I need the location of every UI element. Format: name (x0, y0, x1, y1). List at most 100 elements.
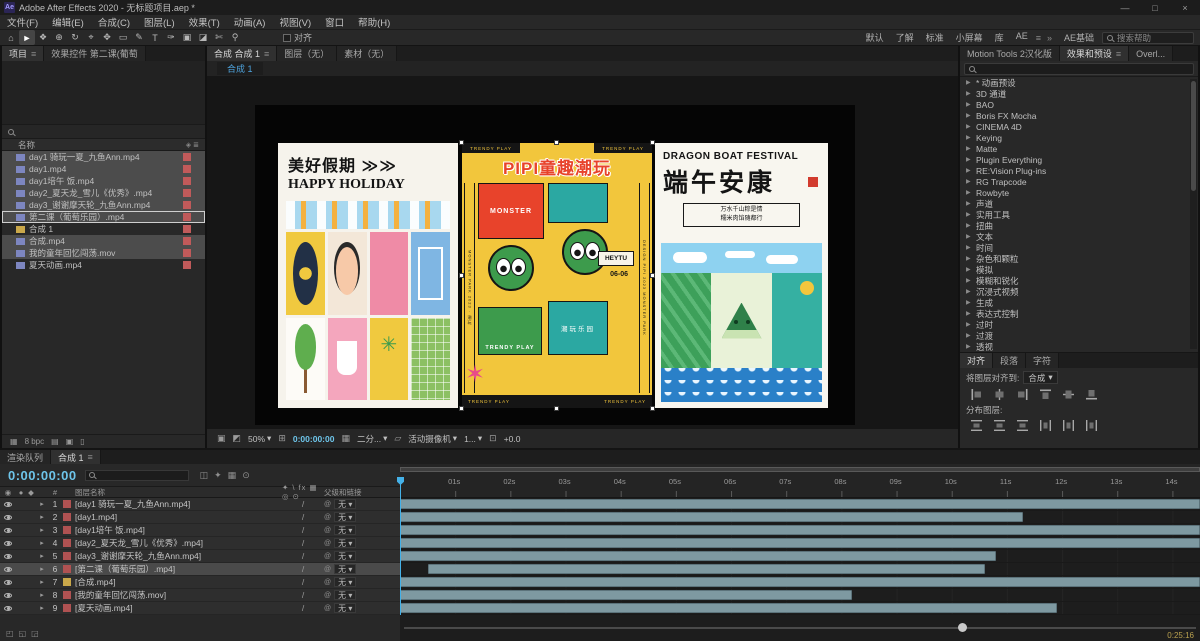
expand-arrow-icon[interactable]: ▸ (36, 576, 48, 588)
timeline-track[interactable] (400, 498, 1200, 511)
label-color-chip[interactable] (183, 177, 191, 185)
chevron-right-icon[interactable]: ▶ (966, 200, 976, 207)
layer-name[interactable]: [夏天动画.mp4] (72, 602, 282, 614)
effect-category[interactable]: ▶ 文本 (960, 231, 1198, 242)
clone-stamp-tool[interactable]: ▣ (179, 30, 195, 45)
workspace-tab[interactable]: 标准 (920, 31, 950, 44)
layer-color-chip[interactable] (63, 604, 71, 612)
puppet-pin-tool[interactable]: ⚲ (227, 30, 243, 45)
pickwhip-icon[interactable]: @ (324, 592, 331, 599)
chevron-overflow-icon[interactable]: » (1043, 33, 1056, 43)
label-color-chip[interactable] (183, 165, 191, 173)
interpret-footage-icon[interactable]: ▦ (10, 437, 18, 446)
label-color-chip[interactable] (183, 201, 191, 209)
scroll-knob[interactable] (958, 623, 968, 632)
timeline-layer-row[interactable]: ▸ 1 [day1 骑玩一夏_九鱼Ann.mp4] / @ 无 ▾ (0, 498, 400, 511)
pickwhip-icon[interactable]: @ (324, 605, 331, 612)
effect-category[interactable]: ▶ Boris FX Mocha (960, 110, 1198, 121)
align-tab[interactable]: 字符 (1026, 353, 1060, 368)
bit-depth-button[interactable]: 8 bpc (25, 437, 45, 446)
resolution-dropdown[interactable]: 二分... ▾ (357, 433, 387, 445)
rotation-tool[interactable]: ↻ (67, 30, 83, 45)
selection-handle[interactable] (650, 406, 655, 411)
menu-item[interactable]: 视图(V) (272, 15, 318, 29)
parent-dropdown[interactable]: 无 ▾ (334, 499, 357, 509)
viewer-tab[interactable]: 图层（无） (277, 46, 338, 61)
parent-link[interactable]: @ 无 ▾ (324, 524, 400, 536)
align-bottom-icon[interactable] (1085, 388, 1098, 401)
timeline-layer-row[interactable]: ▸ 5 [day3_谢谢摩天轮_九鱼Ann.mp4] / @ 无 ▾ (0, 550, 400, 563)
project-item[interactable]: day1培午 饭.mp4 (2, 175, 205, 187)
type-tool[interactable]: T (147, 30, 163, 45)
layer-duration-bar[interactable] (427, 564, 985, 574)
layer-quality-switch[interactable]: / (282, 589, 324, 601)
distribute-right-icon[interactable] (1085, 419, 1098, 432)
effect-category[interactable]: ▶ 沉浸式视频 (960, 286, 1198, 297)
parent-dropdown[interactable]: 无 ▾ (334, 538, 357, 548)
project-tab[interactable]: 效果控件 第二课(葡萄 (44, 46, 146, 61)
effect-category[interactable]: ▶ CINEMA 4D (960, 121, 1198, 132)
eye-icon[interactable] (0, 511, 16, 523)
chevron-right-icon[interactable]: ▶ (966, 145, 976, 152)
layer-quality-switch[interactable]: / (282, 524, 324, 536)
effect-category[interactable]: ▶ 表达式控制 (960, 308, 1198, 319)
minimize-button[interactable]: — (1110, 0, 1140, 15)
new-composition-icon[interactable]: ▣ (66, 437, 74, 446)
project-list-header[interactable]: 名称 ◈ ≣ (2, 139, 205, 151)
pickwhip-icon[interactable]: @ (324, 527, 331, 534)
layer-name[interactable]: [day1.mp4] (72, 511, 282, 523)
layer-duration-bar[interactable] (400, 525, 1200, 535)
viewer-tab[interactable]: 合成 合成 1 ≡ (207, 46, 278, 61)
project-item[interactable]: 夏天动画.mp4 (2, 259, 205, 271)
zoom-tool[interactable]: ⊕ (51, 30, 67, 45)
layer-quality-switch[interactable]: / (282, 537, 324, 549)
lock-toggle[interactable] (26, 563, 36, 575)
align-tab[interactable]: 对齐 (960, 353, 994, 368)
pen-tool[interactable]: ✎ (131, 30, 147, 45)
effect-category[interactable]: ▶ * 动画预设 (960, 77, 1198, 88)
audio-toggle[interactable] (16, 498, 26, 510)
viewer-area[interactable]: 美好假期 ≫≫ HAPPY HOLIDAY ✳ TRENDY PLAY TREN… (207, 76, 958, 428)
expand-arrow-icon[interactable]: ▸ (36, 563, 48, 575)
label-color-chip[interactable] (183, 153, 191, 161)
parent-link[interactable]: @ 无 ▾ (324, 576, 400, 588)
effects-scrollbar[interactable] (1190, 79, 1197, 349)
chevron-right-icon[interactable]: ▶ (966, 266, 976, 273)
chevron-right-icon[interactable]: ▶ (966, 244, 976, 251)
selection-handle[interactable] (650, 272, 655, 278)
menu-item[interactable]: 图层(L) (137, 15, 182, 29)
shape-tool[interactable]: ▭ (115, 30, 131, 45)
selection-tool[interactable]: ► (19, 30, 35, 45)
work-area-bar[interactable] (400, 467, 1200, 472)
lock-toggle[interactable] (26, 589, 36, 601)
layer-name[interactable]: [合成.mp4] (72, 576, 282, 588)
snapshot-icon[interactable]: ▣ (217, 433, 226, 444)
brush-tool[interactable]: ✑ (163, 30, 179, 45)
selection-handle[interactable] (459, 272, 464, 278)
eye-icon[interactable] (0, 498, 16, 510)
panel-menu-icon[interactable]: ≡ (1036, 33, 1041, 43)
expand-arrow-icon[interactable]: ▸ (36, 511, 48, 523)
panel-menu-icon[interactable]: ≡ (264, 49, 269, 59)
chevron-right-icon[interactable]: ▶ (966, 167, 976, 174)
parent-link[interactable]: @ 无 ▾ (324, 537, 400, 549)
project-item[interactable]: 我的童年回忆闯荡.mov (2, 247, 205, 259)
audio-toggle[interactable] (16, 550, 26, 562)
expand-arrow-icon[interactable]: ▸ (36, 498, 48, 510)
layer-duration-bar[interactable] (400, 603, 1057, 613)
close-button[interactable]: × (1170, 0, 1200, 15)
layer-duration-bar[interactable] (400, 577, 1200, 587)
pan-behind-tool[interactable]: ✥ (99, 30, 115, 45)
workspace-tab[interactable]: 默认 (860, 31, 890, 44)
layer-duration-bar[interactable] (400, 590, 853, 600)
timeline-track[interactable] (400, 550, 1200, 563)
menu-item[interactable]: 动画(A) (227, 15, 273, 29)
parent-link[interactable]: @ 无 ▾ (324, 589, 400, 601)
name-column-header[interactable]: 名称 (18, 139, 35, 151)
menu-item[interactable]: 效果(T) (182, 15, 227, 29)
parent-dropdown[interactable]: 无 ▾ (334, 512, 357, 522)
chevron-right-icon[interactable]: ▶ (966, 222, 976, 229)
effects-tab[interactable]: Overl... (1129, 46, 1174, 61)
timeline-layer-row[interactable]: ▸ 4 [day2_夏天龙_雪儿《优秀》.mp4] / @ 无 ▾ (0, 537, 400, 550)
comp-mini-tab[interactable]: 合成 1 (217, 62, 263, 75)
